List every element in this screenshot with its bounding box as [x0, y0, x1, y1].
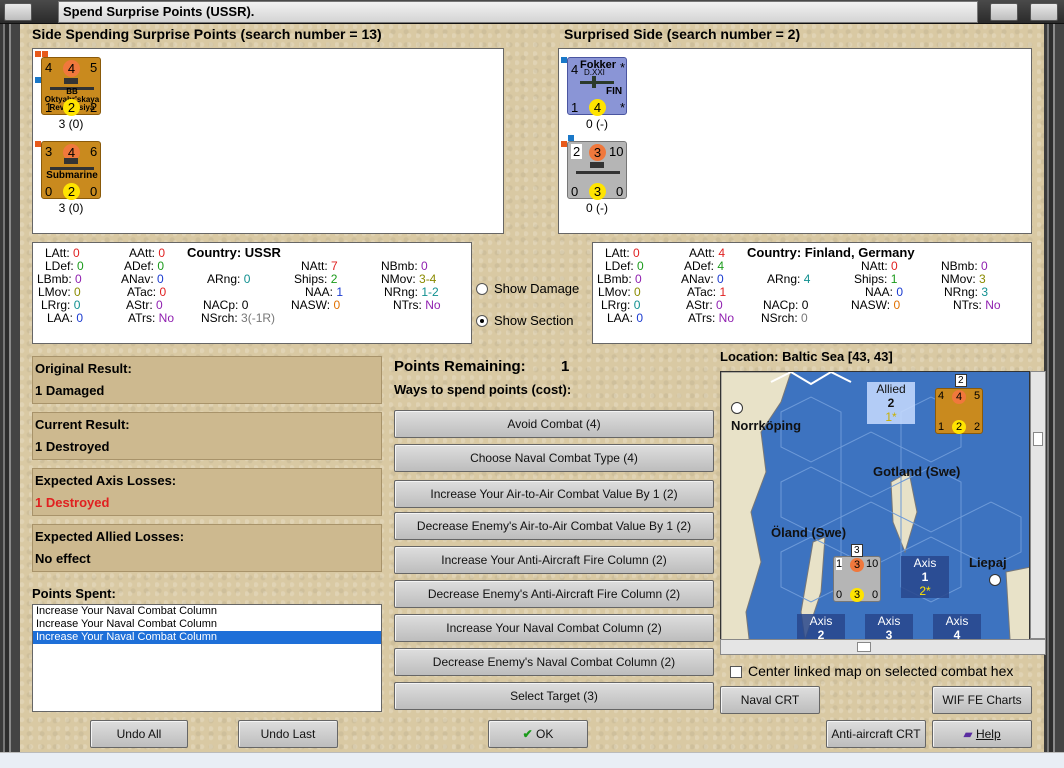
stack-count-badge: 2	[955, 374, 967, 387]
help-book-icon: ▰	[963, 727, 973, 741]
decrease-enemy-air-to-air-button[interactable]: Decrease Enemy's Air-to-Air Combat Value…	[394, 512, 714, 540]
unit-sub-value: 3 (0)	[58, 117, 84, 131]
country-label: Country: Finland, Germany	[747, 245, 915, 260]
country-label: Country: USSR	[187, 245, 281, 260]
dialog-content: Side Spending Surprise Points (search nu…	[20, 24, 1046, 752]
map-location-label: Location: Baltic Sea [43, 43]	[720, 349, 893, 364]
points-remaining-label: Points Remaining:	[394, 358, 526, 375]
unit-counter-submarine[interactable]: 3 4 6 Submarine 0 2 0	[41, 141, 101, 200]
close-button[interactable]	[1030, 3, 1058, 21]
stats-right: LAtt: 0 AAtt: 4 Country: Finland, German…	[592, 242, 1032, 344]
points-remaining-value: 1	[561, 358, 570, 375]
anti-aircraft-crt-button[interactable]: Anti-aircraft CRT	[826, 720, 926, 748]
unit-counter-battleship[interactable]: 4 4 5 BB Oktyabr'skaya Revolutsiya 1 2 2	[41, 57, 101, 116]
wif-fe-charts-button[interactable]: WIF FE Charts	[932, 686, 1032, 714]
left-border	[0, 24, 20, 752]
spending-units-panel: 4 4 5 BB Oktyabr'skaya Revolutsiya 1 2 2…	[32, 48, 504, 234]
help-button[interactable]: ▰ Help	[932, 720, 1032, 748]
gotland-island	[890, 471, 918, 554]
map-ship-counter[interactable]: 1 3 10 0 3 0	[833, 556, 881, 602]
points-spent-list[interactable]: Increase Your Naval Combat Column Increa…	[32, 604, 382, 712]
center-linked-label: Center linked map on selected combat hex	[748, 663, 1014, 679]
map-unit-counter[interactable]: 4 4 5 1 2 2	[935, 388, 983, 434]
show-section-option[interactable]: Show Section	[476, 313, 574, 328]
increase-naval-combat-button[interactable]: Increase Your Naval Combat Column (2)	[394, 614, 714, 642]
city-marker	[989, 574, 1001, 586]
unit-counter-fighter[interactable]: 4 Fokker * D.XXI FIN 1 4 *	[567, 57, 627, 116]
original-result-box: Original Result: 1 Damaged	[32, 356, 382, 404]
left-side-heading: Side Spending Surprise Points (search nu…	[32, 26, 382, 42]
allied-hex-marker[interactable]: Allied 2 1*	[867, 382, 915, 424]
naval-crt-button[interactable]: Naval CRT	[720, 686, 820, 714]
map-vertical-scrollbar[interactable]	[1030, 371, 1046, 639]
show-damage-radio[interactable]	[476, 282, 488, 295]
increase-anti-aircraft-button[interactable]: Increase Your Anti-Aircraft Fire Column …	[394, 546, 714, 574]
decrease-enemy-anti-aircraft-button[interactable]: Decrease Enemy's Anti-Aircraft Fire Colu…	[394, 580, 714, 608]
ok-button[interactable]: ✔ OK	[488, 720, 588, 748]
choose-naval-combat-type-button[interactable]: Choose Naval Combat Type (4)	[394, 444, 714, 472]
surprised-units-panel: 4 Fokker * D.XXI FIN 1 4 * 0 (-) 2 3 10 …	[558, 48, 1032, 234]
os-taskbar	[0, 752, 1064, 768]
axis-losses-box: Expected Axis Losses: 1 Destroyed	[32, 468, 382, 516]
right-border	[1044, 24, 1064, 752]
current-result-box: Current Result: 1 Destroyed	[32, 412, 382, 460]
minimize-button[interactable]	[990, 3, 1018, 21]
right-side-heading: Surprised Side (search number = 2)	[564, 26, 801, 42]
status-pip	[35, 51, 41, 57]
system-menu-button[interactable]	[4, 3, 32, 21]
stack-count-badge: 3	[851, 544, 863, 557]
show-damage-option[interactable]: Show Damage	[476, 281, 579, 296]
undo-last-button[interactable]: Undo Last	[238, 720, 338, 748]
list-item-selected[interactable]: Increase Your Naval Combat Column	[33, 631, 381, 644]
title-bar: Spend Surprise Points (USSR).	[0, 0, 1064, 24]
ways-to-spend-label: Ways to spend points (cost):	[394, 382, 572, 397]
points-spent-label: Points Spent:	[32, 586, 116, 601]
show-section-radio[interactable]	[476, 314, 488, 327]
scroll-thumb[interactable]	[1033, 432, 1043, 446]
scroll-thumb[interactable]	[857, 642, 871, 652]
unit-sub-value: 3 (0)	[58, 201, 84, 215]
unit-sub-value: 0 (-)	[586, 201, 608, 215]
axis-hex-marker[interactable]: Axis 1 2*	[901, 556, 949, 598]
checkmark-icon: ✔	[522, 727, 533, 741]
warship-icon	[576, 162, 620, 174]
city-marker	[731, 402, 743, 414]
map-horizontal-scrollbar[interactable]	[720, 639, 1046, 655]
undo-all-button[interactable]: Undo All	[90, 720, 188, 748]
list-item[interactable]: Increase Your Naval Combat Column	[33, 605, 381, 618]
increase-air-to-air-button[interactable]: Increase Your Air-to-Air Combat Value By…	[394, 480, 714, 508]
allied-losses-box: Expected Allied Losses: No effect	[32, 524, 382, 572]
center-linked-checkbox[interactable]	[730, 666, 742, 678]
stats-left: LAtt: 0 AAtt: 0 Country: USSR LDef: 0 AD…	[32, 242, 472, 344]
decrease-enemy-naval-combat-button[interactable]: Decrease Enemy's Naval Combat Column (2)	[394, 648, 714, 676]
list-item[interactable]: Increase Your Naval Combat Column	[33, 618, 381, 631]
select-target-button[interactable]: Select Target (3)	[394, 682, 714, 710]
avoid-combat-button[interactable]: Avoid Combat (4)	[394, 410, 714, 438]
window-title: Spend Surprise Points (USSR).	[58, 1, 978, 23]
submarine-icon	[50, 158, 94, 170]
unit-sub-value: 0 (-)	[586, 117, 608, 131]
baltic-map[interactable]: Norrköping Gotland (Swe) Öland (Swe) Lie…	[720, 371, 1030, 655]
unit-counter-ship[interactable]: 2 3 10 0 3 0	[567, 141, 627, 200]
